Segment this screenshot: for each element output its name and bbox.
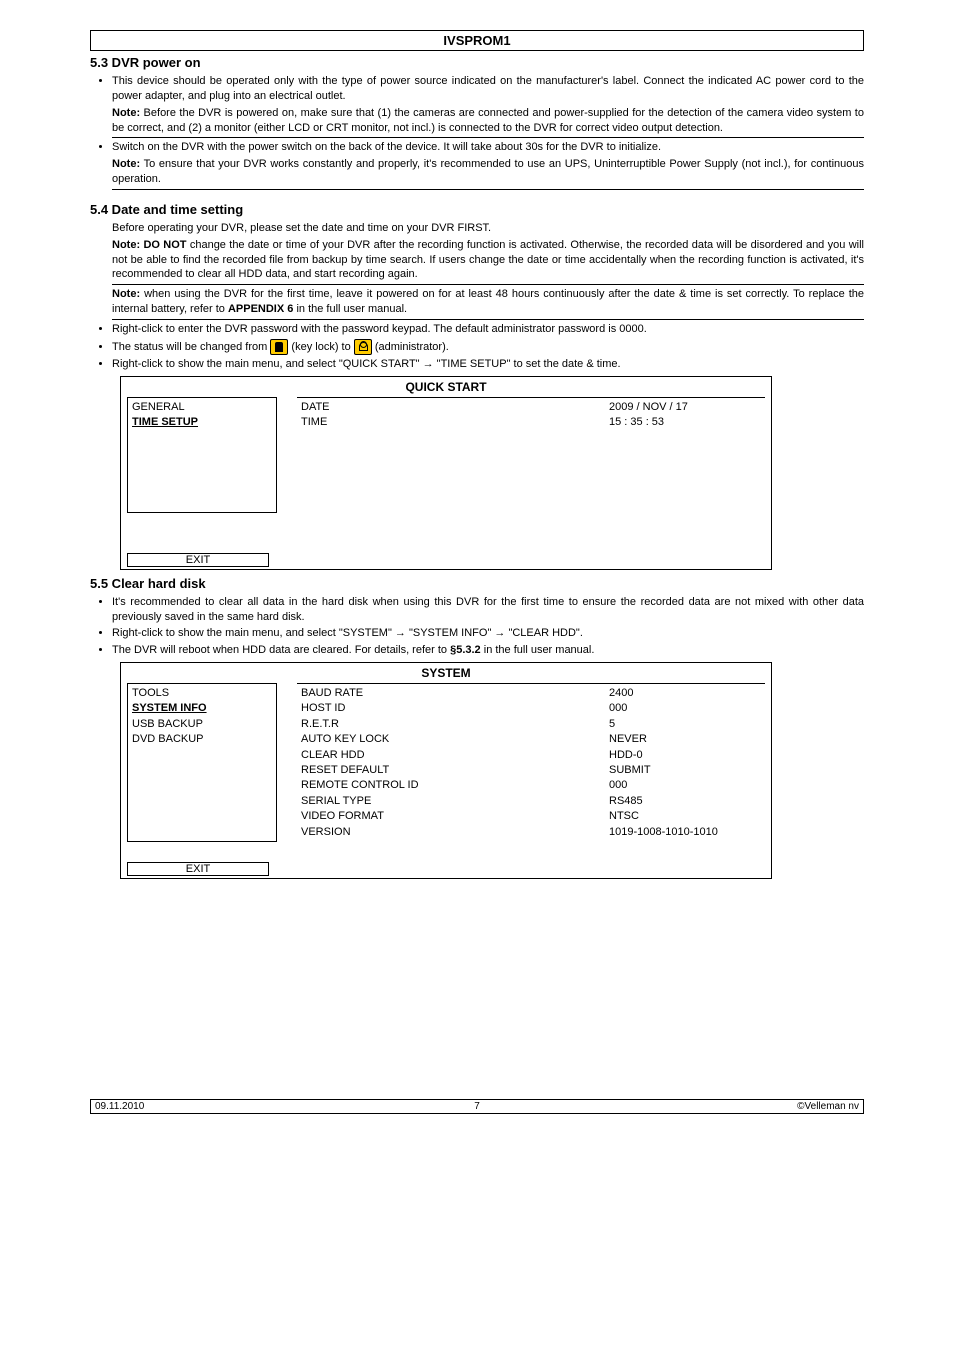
section-5-4-heading: 5.4 Date and time setting xyxy=(90,202,864,217)
exit-button[interactable]: EXIT xyxy=(127,553,269,567)
section-ref: §5.3.2 xyxy=(450,644,481,656)
note-label: Note: xyxy=(112,288,140,300)
note-label: Note: xyxy=(112,158,140,170)
document-header: IVSPROM1 xyxy=(90,30,864,51)
note-text: Before the DVR is powered on, make sure … xyxy=(112,107,864,134)
footer-date: 09.11.2010 xyxy=(95,1101,144,1112)
value-video-format[interactable]: NTSC xyxy=(509,809,761,824)
system-menu: SYSTEM TOOLS SYSTEM INFO USB BACKUP DVD … xyxy=(120,662,772,879)
menu-title: QUICK START xyxy=(121,377,771,397)
sidebar-item-system-info[interactable]: SYSTEM INFO xyxy=(132,701,272,716)
sidebar-item-dvd-backup[interactable]: DVD BACKUP xyxy=(132,732,272,747)
label-reset-default: RESET DEFAULT xyxy=(301,763,501,778)
note-text-a: when using the DVR for the first time, l… xyxy=(112,288,864,315)
footer-page-number: 7 xyxy=(474,1101,480,1112)
label-clear-hdd: CLEAR HDD xyxy=(301,748,501,763)
label-auto-key-lock: AUTO KEY LOCK xyxy=(301,732,501,747)
quick-start-menu: QUICK START GENERAL TIME SETUP DATE TIME… xyxy=(120,376,772,570)
sidebar-item-general[interactable]: GENERAL xyxy=(132,400,272,415)
sec53-bullet-2: Switch on the DVR with the power switch … xyxy=(112,140,864,155)
note-label: Note: xyxy=(112,107,140,119)
appendix-ref: APPENDIX 6 xyxy=(228,303,293,315)
sec53-note-1: Note: Before the DVR is powered on, make… xyxy=(112,106,864,139)
note-text: change the date or time of your DVR afte… xyxy=(112,239,864,281)
label-remote-control-id: REMOTE CONTROL ID xyxy=(301,778,501,793)
value-host-id[interactable]: 000 xyxy=(509,701,761,716)
menu-sidebar: GENERAL TIME SETUP xyxy=(127,397,277,513)
exit-button[interactable]: EXIT xyxy=(127,862,269,876)
menu-title: SYSTEM xyxy=(121,663,771,683)
section-5-5-heading: 5.5 Clear hard disk xyxy=(90,576,864,591)
label-serial-type: SERIAL TYPE xyxy=(301,794,501,809)
label-baud-rate: BAUD RATE xyxy=(301,686,501,701)
footer-copyright: ©Velleman nv xyxy=(797,1101,859,1112)
sec55-bullet-3: The DVR will reboot when HDD data are cl… xyxy=(112,643,864,658)
sidebar-item-usb-backup[interactable]: USB BACKUP xyxy=(132,717,272,732)
key-lock-icon xyxy=(270,339,288,355)
sec55-bullet-2: Right-click to show the main menu, and s… xyxy=(112,626,864,641)
bullet2-part-b: (key lock) to xyxy=(288,341,353,353)
section-5-3-heading: 5.3 DVR power on xyxy=(90,55,864,70)
label-time: TIME xyxy=(301,415,501,430)
sec55-bullet-1: It's recommended to clear all data in th… xyxy=(112,595,864,625)
menu-labels-column: BAUD RATE HOST ID R.E.T.R AUTO KEY LOCK … xyxy=(297,683,505,842)
value-date[interactable]: 2009 / NOV / 17 xyxy=(509,400,761,415)
label-date: DATE xyxy=(301,400,501,415)
note-text: To ensure that your DVR works constantly… xyxy=(112,158,864,185)
sidebar-item-tools[interactable]: TOOLS xyxy=(132,686,272,701)
administrator-icon xyxy=(354,339,372,355)
menu-values-column: 2009 / NOV / 17 15 : 35 : 53 xyxy=(505,397,765,513)
sec54-bullet-2: The status will be changed from (key loc… xyxy=(112,339,864,355)
note-text-b: in the full user manual. xyxy=(293,303,407,315)
menu-sidebar: TOOLS SYSTEM INFO USB BACKUP DVD BACKUP xyxy=(127,683,277,842)
value-auto-key-lock[interactable]: NEVER xyxy=(509,732,761,747)
value-remote-control-id[interactable]: 000 xyxy=(509,778,761,793)
menu-labels-column: DATE TIME xyxy=(297,397,505,513)
menu-values-column: 2400 000 5 NEVER HDD-0 SUBMIT 000 RS485 … xyxy=(505,683,765,842)
value-retr[interactable]: 5 xyxy=(509,717,761,732)
note-label: Note: DO NOT xyxy=(112,239,187,251)
value-clear-hdd[interactable]: HDD-0 xyxy=(509,748,761,763)
sec54-bullet-1: Right-click to enter the DVR password wi… xyxy=(112,322,864,337)
sec53-note-2: Note: To ensure that your DVR works cons… xyxy=(112,157,864,190)
value-version: 1019-1008-1010-1010 xyxy=(509,825,761,840)
sec54-intro: Before operating your DVR, please set th… xyxy=(112,221,864,236)
page-footer: 09.11.2010 7 ©Velleman nv xyxy=(90,1099,864,1114)
sec53-bullet-1: This device should be operated only with… xyxy=(112,74,864,104)
bullet3-part-b: in the full user manual. xyxy=(481,644,595,656)
label-host-id: HOST ID xyxy=(301,701,501,716)
label-retr: R.E.T.R xyxy=(301,717,501,732)
value-baud-rate[interactable]: 2400 xyxy=(509,686,761,701)
value-reset-default[interactable]: SUBMIT xyxy=(509,763,761,778)
sec54-bullet-3: Right-click to show the main menu, and s… xyxy=(112,357,864,372)
value-time[interactable]: 15 : 35 : 53 xyxy=(509,415,761,430)
sidebar-item-time-setup[interactable]: TIME SETUP xyxy=(132,415,272,430)
value-serial-type[interactable]: RS485 xyxy=(509,794,761,809)
sec54-note-1: Note: DO NOT change the date or time of … xyxy=(112,238,864,286)
bullet2-part-c: (administrator). xyxy=(372,341,449,353)
bullet2-part-a: The status will be changed from xyxy=(112,341,270,353)
sec54-note-2: Note: when using the DVR for the first t… xyxy=(112,287,864,320)
label-video-format: VIDEO FORMAT xyxy=(301,809,501,824)
label-version: VERSION xyxy=(301,825,501,840)
bullet3-part-a: The DVR will reboot when HDD data are cl… xyxy=(112,644,450,656)
